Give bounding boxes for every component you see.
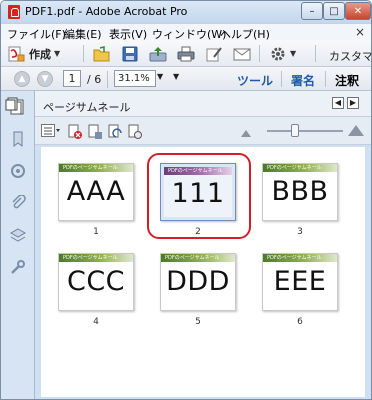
gear-icon: [269, 46, 287, 62]
arrow-up-icon: ▲: [18, 74, 26, 84]
navigation-pane-strip: [1, 91, 35, 399]
thumbnail-banner: PDFのページサムネール: [263, 254, 337, 262]
tab-divider: [281, 71, 282, 87]
zoom-out-mountain-icon[interactable]: [241, 127, 251, 137]
maximize-button[interactable]: □: [323, 2, 345, 20]
create-pdf-icon: [7, 46, 25, 62]
panel-title: ページサムネール: [43, 101, 131, 114]
thumbnail-size-slider[interactable]: [267, 130, 343, 132]
thumbnail-content-text: DDD: [166, 266, 230, 297]
collapse-left-button[interactable]: ◀: [332, 97, 344, 109]
thumbnail-content-text: AAA: [66, 176, 126, 207]
email-icon: [233, 46, 251, 62]
thumbnail-banner-text: PDFのページサムネール: [267, 255, 322, 261]
selection-highlight-ring: [147, 153, 251, 239]
customize-button[interactable]: カスタマ: [329, 48, 371, 64]
navigation-toolbar: ▲ ▼ 1 / 6 31.1% ▼ ▼ ツール 署名 注釈: [1, 67, 371, 91]
thumbnail-banner-text: PDFのページサムネール: [63, 165, 118, 171]
toolbar-divider: [315, 45, 316, 62]
page-icon: [5, 97, 19, 111]
thumbnail-content-text: EEE: [273, 266, 327, 297]
tab-divider: [325, 71, 326, 87]
open-button[interactable]: [93, 44, 111, 63]
thumbnail-page: PDFのページサムネール DDD: [160, 253, 236, 311]
thumbnail-page-number: 4: [93, 317, 99, 327]
zoom-dropdown-icon[interactable]: ▼: [157, 72, 163, 81]
toolbar-divider: [107, 71, 108, 88]
thumbnails-panel-header: ページサムネール ◀ ▶: [5, 91, 371, 117]
bookmarks-icon[interactable]: [10, 131, 26, 147]
edit-button[interactable]: [205, 44, 223, 63]
acrobat-window: PDF1.pdf - Adobe Acrobat Pro – □ ✕ ファイル(…: [0, 0, 372, 400]
tab-tools[interactable]: ツール: [237, 72, 273, 89]
zoom-in-mountain-icon[interactable]: [348, 124, 364, 136]
chevron-down-icon: ▼: [290, 49, 297, 58]
slider-thumb[interactable]: [291, 124, 299, 137]
thumbnail-banner-text: PDFのページサムネール: [267, 165, 322, 171]
create-button[interactable]: 作成 ▼: [7, 44, 60, 63]
thumbnail-content-text: BBB: [271, 176, 329, 207]
attachments-icon[interactable]: [10, 194, 26, 211]
tab-sign[interactable]: 署名: [291, 72, 315, 89]
delete-pages-icon[interactable]: [67, 124, 83, 140]
previous-page-button[interactable]: ▲: [14, 71, 30, 87]
thumbnail-content-text: CCC: [66, 266, 126, 297]
acrobat-icon: [8, 5, 20, 19]
tools-wrench-icon[interactable]: [10, 259, 26, 275]
layers-icon[interactable]: [9, 227, 27, 243]
tools-dropdown-icon[interactable]: ▼: [173, 72, 179, 81]
chevron-down-icon: ▼: [54, 49, 61, 58]
upload-icon: [149, 46, 167, 62]
minimize-button[interactable]: –: [301, 2, 323, 20]
title-bar: PDF1.pdf - Adobe Acrobat Pro – □ ✕: [1, 1, 371, 23]
open-folder-icon: [93, 45, 111, 62]
thumbnail-banner: PDFのページサムネール: [59, 164, 133, 172]
thumbnail-page: PDFのページサムネール EEE: [262, 253, 338, 311]
print-icon: [177, 46, 195, 62]
close-document-button[interactable]: ×: [355, 25, 365, 39]
page-properties-icon[interactable]: [127, 124, 143, 140]
next-page-button[interactable]: ▼: [37, 71, 53, 87]
thumbnail-banner: PDFのページサムネール: [59, 254, 133, 262]
thumbnail-page: PDFのページサムネール CCC: [58, 253, 134, 311]
thumbnail-page-number: 6: [297, 317, 303, 327]
thumbnail-page: PDFのページサムネール BBB: [262, 163, 338, 221]
edit-icon: [205, 46, 223, 62]
create-label: 作成: [29, 47, 51, 61]
window-title: PDF1.pdf - Adobe Acrobat Pro: [25, 5, 188, 18]
save-icon: [121, 46, 139, 62]
thumbnail-page-number: 1: [93, 227, 99, 237]
zoom-input[interactable]: 31.1%: [114, 70, 156, 87]
rotate-pages-icon[interactable]: [107, 124, 123, 140]
toolbar-divider: [259, 45, 260, 62]
thumbnail-banner-text: PDFのページサムネール: [165, 255, 220, 261]
settings-button[interactable]: ▼: [269, 44, 296, 63]
main-toolbar: 作成 ▼ ▼ カスタマ: [1, 40, 371, 67]
email-button[interactable]: [233, 44, 251, 63]
insert-pages-icon[interactable]: [87, 124, 103, 140]
close-window-button[interactable]: ✕: [345, 2, 371, 20]
save-button[interactable]: [121, 44, 139, 63]
page-number-input[interactable]: 1: [63, 70, 81, 87]
thumbnail-page: PDFのページサムネール AAA: [58, 163, 134, 221]
arrow-down-icon: ▼: [41, 74, 49, 84]
page-total: / 6: [87, 73, 102, 86]
upload-button[interactable]: [149, 44, 167, 63]
thumbnails-toolbar: [35, 117, 371, 145]
options-menu-icon[interactable]: [41, 124, 61, 138]
thumbnail-page-number: 5: [195, 317, 201, 327]
toolbar-divider: [83, 45, 84, 62]
thumbnail-banner-text: PDFのページサムネール: [63, 255, 118, 261]
signatures-icon[interactable]: [10, 163, 26, 179]
collapse-right-button[interactable]: ▶: [347, 97, 359, 109]
print-button[interactable]: [177, 44, 195, 63]
menu-bar: ファイル(F) 編集(E) 表示(V) ウィンドウ(W) ヘルプ(H) ×: [1, 23, 371, 41]
thumbnail-page-number: 3: [297, 227, 303, 237]
thumbnail-banner: PDFのページサムネール: [263, 164, 337, 172]
tab-comment[interactable]: 注釈: [335, 72, 359, 89]
thumbnail-banner: PDFのページサムネール: [161, 254, 235, 262]
